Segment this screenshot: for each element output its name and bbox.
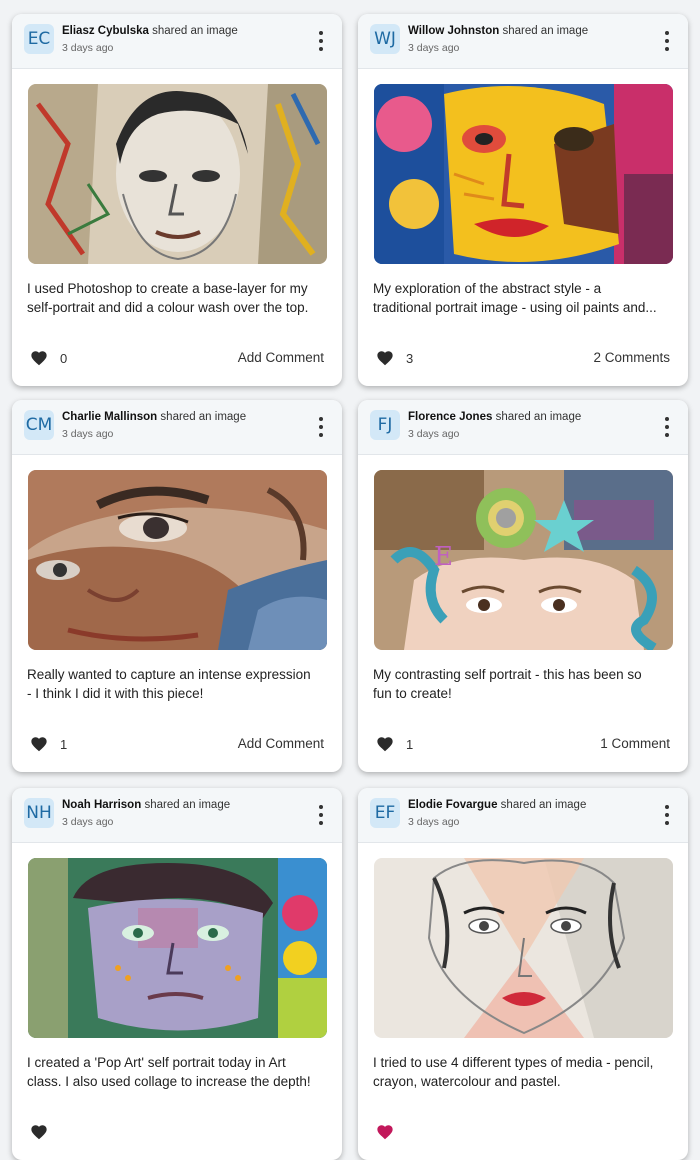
avatar[interactable]: WJ — [370, 24, 400, 54]
more-options-icon[interactable] — [316, 31, 326, 51]
caption-line: I tried to use 4 different types of medi… — [373, 1055, 654, 1070]
post-caption: I created a 'Pop Art' self portrait toda… — [27, 1053, 332, 1091]
author-line: Elodie Fovargue shared an image — [408, 799, 586, 811]
author-name[interactable]: Willow Johnston — [408, 25, 499, 37]
more-options-icon[interactable] — [662, 417, 672, 437]
author-line: Willow Johnston shared an image — [408, 25, 588, 37]
like-button[interactable]: 0 — [30, 350, 67, 366]
artwork-image[interactable] — [28, 84, 327, 264]
heart-icon[interactable] — [30, 736, 48, 752]
post-header: WJ Willow Johnston shared an image 3 day… — [358, 14, 688, 69]
like-count: 1 — [60, 736, 68, 752]
timestamp: 3 days ago — [62, 42, 114, 54]
post-header: EC Eliasz Cybulska shared an image 3 day… — [12, 14, 342, 69]
shared-text: shared an image — [144, 799, 231, 811]
post-header: FJ Florence Jones shared an image 3 days… — [358, 400, 688, 455]
like-count: 1 — [406, 736, 414, 752]
caption-line: fun to create! — [373, 686, 452, 701]
shared-text: shared an image — [502, 25, 589, 37]
artwork-image[interactable]: E — [374, 470, 673, 650]
caption-line: Really wanted to capture an intense expr… — [27, 667, 311, 682]
post-caption: I used Photoshop to create a base-layer … — [27, 279, 332, 317]
caption-line: self-portrait and did a colour wash over… — [27, 300, 309, 315]
artwork-image[interactable] — [28, 858, 327, 1038]
artwork-image[interactable] — [374, 858, 673, 1038]
like-button[interactable] — [376, 1124, 406, 1140]
post-header: EF Elodie Fovargue shared an image 3 day… — [358, 788, 688, 843]
author-name[interactable]: Elodie Fovargue — [408, 799, 497, 811]
author-line: Noah Harrison shared an image — [62, 799, 230, 811]
post-caption: Really wanted to capture an intense expr… — [27, 665, 332, 703]
more-options-icon[interactable] — [316, 805, 326, 825]
caption-line: crayon, watercolour and pastel. — [373, 1074, 561, 1089]
more-options-icon[interactable] — [662, 805, 672, 825]
timestamp: 3 days ago — [62, 428, 114, 440]
post-grid: EC Eliasz Cybulska shared an image 3 day… — [0, 0, 700, 1160]
caption-line: My exploration of the abstract style - a — [373, 281, 602, 296]
post-caption: I tried to use 4 different types of medi… — [373, 1053, 678, 1091]
artwork-image[interactable] — [28, 470, 327, 650]
author-line: Charlie Mallinson shared an image — [62, 411, 246, 423]
author-line: Eliasz Cybulska shared an image — [62, 25, 238, 37]
like-button[interactable]: 1 — [376, 736, 413, 752]
comment-link[interactable]: 2 Comments — [593, 350, 670, 365]
artwork-image[interactable] — [374, 84, 673, 264]
shared-text: shared an image — [152, 25, 238, 37]
caption-line: My contrasting self portrait - this has … — [373, 667, 642, 682]
post-card: WJ Willow Johnston shared an image 3 day… — [358, 14, 688, 386]
avatar[interactable]: EF — [370, 798, 400, 828]
heart-icon[interactable] — [376, 736, 394, 752]
avatar[interactable]: FJ — [370, 410, 400, 440]
heart-icon[interactable] — [376, 1124, 394, 1140]
like-count: 3 — [406, 350, 414, 366]
comment-link[interactable]: 1 Comment — [600, 736, 670, 751]
timestamp: 3 days ago — [408, 816, 460, 828]
timestamp: 3 days ago — [62, 816, 114, 828]
comment-link[interactable]: Add Comment — [238, 736, 324, 751]
shared-text: shared an image — [495, 411, 582, 423]
comment-link[interactable]: Add Comment — [238, 350, 324, 365]
like-button[interactable] — [30, 1124, 60, 1140]
caption-line: I used Photoshop to create a base-layer … — [27, 281, 308, 296]
caption-line: - I think I did it with this piece! — [27, 686, 204, 701]
caption-line: class. I also used collage to increase t… — [27, 1074, 311, 1089]
post-header: NH Noah Harrison shared an image 3 days … — [12, 788, 342, 843]
more-options-icon[interactable] — [662, 31, 672, 51]
post-card: NH Noah Harrison shared an image 3 days … — [12, 788, 342, 1160]
author-name[interactable]: Noah Harrison — [62, 799, 141, 811]
heart-icon[interactable] — [30, 350, 48, 366]
heart-icon[interactable] — [30, 1124, 48, 1140]
post-caption: My contrasting self portrait - this has … — [373, 665, 678, 703]
author-line: Florence Jones shared an image — [408, 411, 581, 423]
avatar[interactable]: NH — [24, 798, 54, 828]
author-name[interactable]: Eliasz Cybulska — [62, 25, 149, 37]
svg-text:E: E — [434, 542, 453, 572]
post-caption: My exploration of the abstract style - a… — [373, 279, 678, 317]
post-card: FJ Florence Jones shared an image 3 days… — [358, 400, 688, 772]
caption-line: I created a 'Pop Art' self portrait toda… — [27, 1055, 286, 1070]
like-count: 0 — [60, 350, 68, 366]
post-header: CM Charlie Mallinson shared an image 3 d… — [12, 400, 342, 455]
avatar[interactable]: CM — [24, 410, 54, 440]
heart-icon[interactable] — [376, 350, 394, 366]
more-options-icon[interactable] — [316, 417, 326, 437]
author-name[interactable]: Florence Jones — [408, 411, 492, 423]
shared-text: shared an image — [500, 799, 587, 811]
post-card: EC Eliasz Cybulska shared an image 3 day… — [12, 14, 342, 386]
like-button[interactable]: 1 — [30, 736, 67, 752]
timestamp: 3 days ago — [408, 428, 460, 440]
post-card: CM Charlie Mallinson shared an image 3 d… — [12, 400, 342, 772]
like-button[interactable]: 3 — [376, 350, 413, 366]
avatar[interactable]: EC — [24, 24, 54, 54]
caption-line: traditional portrait image - using oil p… — [373, 300, 657, 315]
shared-text: shared an image — [160, 411, 247, 423]
post-card: EF Elodie Fovargue shared an image 3 day… — [358, 788, 688, 1160]
timestamp: 3 days ago — [408, 42, 460, 54]
author-name[interactable]: Charlie Mallinson — [62, 411, 157, 423]
